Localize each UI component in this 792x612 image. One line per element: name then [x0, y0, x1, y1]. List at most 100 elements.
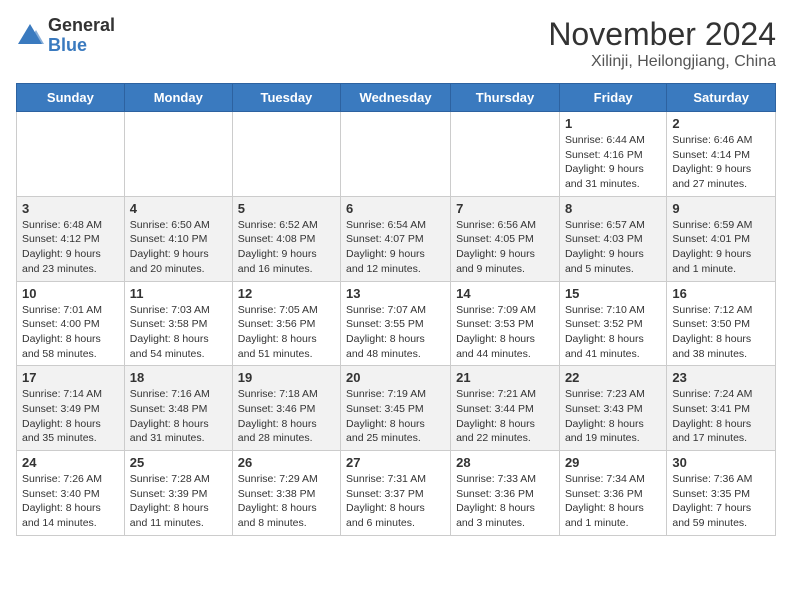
col-wednesday: Wednesday: [341, 84, 451, 112]
location: Xilinji, Heilongjiang, China: [548, 53, 776, 71]
col-monday: Monday: [124, 84, 232, 112]
table-row: 3 Sunrise: 6:48 AMSunset: 4:12 PMDaylight…: [17, 196, 125, 281]
calendar-table: Sunday Monday Tuesday Wednesday Thursday…: [16, 83, 776, 536]
table-row: 27 Sunrise: 7:31 AMSunset: 3:37 PMDayligh…: [341, 451, 451, 536]
day-info: Sunrise: 7:01 AMSunset: 4:00 PMDaylight:…: [22, 303, 119, 362]
day-info: Sunrise: 7:18 AMSunset: 3:46 PMDaylight:…: [238, 387, 335, 446]
table-row: [232, 112, 340, 197]
day-number: 26: [238, 455, 335, 470]
day-number: 27: [346, 455, 445, 470]
day-number: 11: [130, 286, 227, 301]
day-number: 9: [672, 201, 770, 216]
day-info: Sunrise: 6:48 AMSunset: 4:12 PMDaylight:…: [22, 218, 119, 277]
table-row: [17, 112, 125, 197]
day-number: 30: [672, 455, 770, 470]
day-info: Sunrise: 7:31 AMSunset: 3:37 PMDaylight:…: [346, 472, 445, 531]
day-info: Sunrise: 6:59 AMSunset: 4:01 PMDaylight:…: [672, 218, 770, 277]
table-row: 14Sunrise: 7:09 AMSunset: 3:53 PMDayligh…: [451, 281, 560, 366]
col-thursday: Thursday: [451, 84, 560, 112]
day-info: Sunrise: 6:54 AMSunset: 4:07 PMDaylight:…: [346, 218, 445, 277]
day-info: Sunrise: 7:10 AMSunset: 3:52 PMDaylight:…: [565, 303, 661, 362]
logo-general: General: [48, 16, 115, 36]
table-row: 29 Sunrise: 7:34 AMSunset: 3:36 PMDayligh…: [559, 451, 666, 536]
table-row: 21Sunrise: 7:21 AMSunset: 3:44 PMDayligh…: [451, 366, 560, 451]
day-number: 16: [672, 286, 770, 301]
table-row: [124, 112, 232, 197]
table-row: 12Sunrise: 7:05 AMSunset: 3:56 PMDayligh…: [232, 281, 340, 366]
day-info: Sunrise: 7:14 AMSunset: 3:49 PMDaylight:…: [22, 387, 119, 446]
calendar-header-row: Sunday Monday Tuesday Wednesday Thursday…: [17, 84, 776, 112]
table-row: 1 Sunrise: 6:44 AMSunset: 4:16 PMDaylight…: [559, 112, 666, 197]
logo-icon: [16, 22, 44, 50]
day-info: Sunrise: 6:52 AMSunset: 4:08 PMDaylight:…: [238, 218, 335, 277]
day-number: 7: [456, 201, 554, 216]
table-row: 16 Sunrise: 7:12 AMSunset: 3:50 PMDayligh…: [667, 281, 776, 366]
day-number: 15: [565, 286, 661, 301]
day-info: Sunrise: 6:46 AMSunset: 4:14 PMDaylight:…: [672, 133, 770, 192]
day-number: 5: [238, 201, 335, 216]
day-info: Sunrise: 7:12 AMSunset: 3:50 PMDaylight:…: [672, 303, 770, 362]
table-row: 15 Sunrise: 7:10 AMSunset: 3:52 PMDayligh…: [559, 281, 666, 366]
table-row: 18Sunrise: 7:16 AMSunset: 3:48 PMDayligh…: [124, 366, 232, 451]
table-row: 24Sunrise: 7:26 AMSunset: 3:40 PMDayligh…: [17, 451, 125, 536]
page: General Blue November 2024 Xilinji, Heil…: [0, 0, 792, 552]
day-number: 10: [22, 286, 119, 301]
day-number: 29: [565, 455, 661, 470]
day-number: 1: [565, 116, 661, 131]
day-info: Sunrise: 7:36 AMSunset: 3:35 PMDaylight:…: [672, 472, 770, 531]
table-row: 10 Sunrise: 7:01 AMSunset: 4:00 PMDayligh…: [17, 281, 125, 366]
table-row: 7 Sunrise: 6:56 AMSunset: 4:05 PMDaylight…: [451, 196, 560, 281]
day-number: 22: [565, 370, 661, 385]
day-number: 23: [672, 370, 770, 385]
day-info: Sunrise: 7:26 AMSunset: 3:40 PMDaylight:…: [22, 472, 119, 531]
day-info: Sunrise: 7:16 AMSunset: 3:48 PMDaylight:…: [130, 387, 227, 446]
logo-text: General Blue: [48, 16, 115, 56]
col-friday: Friday: [559, 84, 666, 112]
day-info: Sunrise: 6:44 AMSunset: 4:16 PMDaylight:…: [565, 133, 661, 192]
table-row: 13 Sunrise: 7:07 AMSunset: 3:55 PMDayligh…: [341, 281, 451, 366]
day-info: Sunrise: 6:57 AMSunset: 4:03 PMDaylight:…: [565, 218, 661, 277]
logo-blue: Blue: [48, 36, 115, 56]
day-info: Sunrise: 7:24 AMSunset: 3:41 PMDaylight:…: [672, 387, 770, 446]
header: General Blue November 2024 Xilinji, Heil…: [16, 16, 776, 71]
table-row: 19Sunrise: 7:18 AMSunset: 3:46 PMDayligh…: [232, 366, 340, 451]
day-info: Sunrise: 7:19 AMSunset: 3:45 PMDaylight:…: [346, 387, 445, 446]
day-number: 12: [238, 286, 335, 301]
table-row: 9 Sunrise: 6:59 AMSunset: 4:01 PMDaylight…: [667, 196, 776, 281]
table-row: 26 Sunrise: 7:29 AMSunset: 3:38 PMDayligh…: [232, 451, 340, 536]
day-number: 20: [346, 370, 445, 385]
day-info: Sunrise: 7:03 AMSunset: 3:58 PMDaylight:…: [130, 303, 227, 362]
day-info: Sunrise: 7:07 AMSunset: 3:55 PMDaylight:…: [346, 303, 445, 362]
day-info: Sunrise: 7:28 AMSunset: 3:39 PMDaylight:…: [130, 472, 227, 531]
day-info: Sunrise: 6:56 AMSunset: 4:05 PMDaylight:…: [456, 218, 554, 277]
col-saturday: Saturday: [667, 84, 776, 112]
day-number: 3: [22, 201, 119, 216]
day-info: Sunrise: 7:34 AMSunset: 3:36 PMDaylight:…: [565, 472, 661, 531]
table-row: [451, 112, 560, 197]
day-info: Sunrise: 7:33 AMSunset: 3:36 PMDaylight:…: [456, 472, 554, 531]
day-number: 14: [456, 286, 554, 301]
day-number: 8: [565, 201, 661, 216]
table-row: 20 Sunrise: 7:19 AMSunset: 3:45 PMDayligh…: [341, 366, 451, 451]
table-row: 23 Sunrise: 7:24 AMSunset: 3:41 PMDayligh…: [667, 366, 776, 451]
calendar-week-row: 3 Sunrise: 6:48 AMSunset: 4:12 PMDaylight…: [17, 196, 776, 281]
table-row: 8 Sunrise: 6:57 AMSunset: 4:03 PMDaylight…: [559, 196, 666, 281]
day-number: 2: [672, 116, 770, 131]
table-row: 22Sunrise: 7:23 AMSunset: 3:43 PMDayligh…: [559, 366, 666, 451]
day-number: 6: [346, 201, 445, 216]
calendar-body: 1 Sunrise: 6:44 AMSunset: 4:16 PMDaylight…: [17, 112, 776, 536]
calendar-week-row: 10 Sunrise: 7:01 AMSunset: 4:00 PMDayligh…: [17, 281, 776, 366]
day-info: Sunrise: 6:50 AMSunset: 4:10 PMDaylight:…: [130, 218, 227, 277]
col-tuesday: Tuesday: [232, 84, 340, 112]
day-number: 4: [130, 201, 227, 216]
day-info: Sunrise: 7:29 AMSunset: 3:38 PMDaylight:…: [238, 472, 335, 531]
day-number: 25: [130, 455, 227, 470]
table-row: [341, 112, 451, 197]
day-number: 17: [22, 370, 119, 385]
table-row: 5 Sunrise: 6:52 AMSunset: 4:08 PMDaylight…: [232, 196, 340, 281]
table-row: 28Sunrise: 7:33 AMSunset: 3:36 PMDayligh…: [451, 451, 560, 536]
table-row: 2 Sunrise: 6:46 AMSunset: 4:14 PMDaylight…: [667, 112, 776, 197]
calendar-week-row: 1 Sunrise: 6:44 AMSunset: 4:16 PMDaylight…: [17, 112, 776, 197]
day-number: 13: [346, 286, 445, 301]
month-title: November 2024: [548, 16, 776, 53]
